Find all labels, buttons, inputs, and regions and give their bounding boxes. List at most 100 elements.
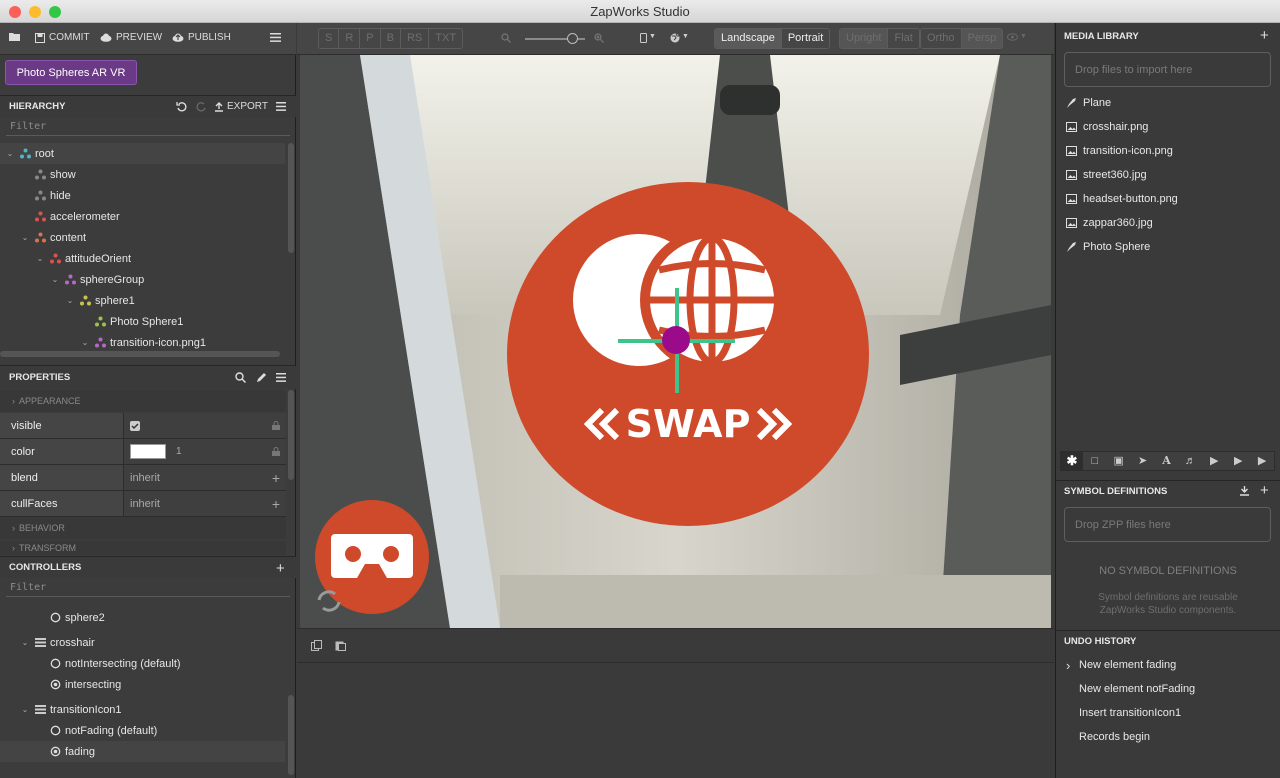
hierarchy-item[interactable]: Photo Sphere1 [0,311,285,332]
transform-button-r[interactable]: R [339,29,361,48]
controller-item[interactable]: intersecting [0,674,285,695]
world-dropdown[interactable]: ▼ [670,33,689,43]
controller-item[interactable]: notFading (default) [0,720,285,741]
filter-all-icon[interactable]: ✱ [1061,452,1083,470]
expand-arrow-icon[interactable]: ⌄ [20,638,30,647]
hierarchy-hscrollbar[interactable] [0,351,280,357]
zoom-slider-handle[interactable] [566,33,578,44]
undo-history-item[interactable]: Records begin [1079,731,1150,743]
behavior-section[interactable]: › BEHAVIOR [0,517,286,539]
controller-item[interactable]: notIntersecting (default) [0,653,285,674]
redo-icon[interactable] [196,101,207,112]
expand-arrow-icon[interactable]: ⌄ [5,149,15,158]
open-folder-button[interactable] [9,32,21,42]
transform-section[interactable]: › TRANSFORM [0,541,286,555]
expand-arrow-icon[interactable]: ⌄ [50,275,60,284]
persp-button[interactable]: Persp [961,29,1003,48]
hierarchy-item[interactable]: ⌄ transition-icon.png1 [0,332,285,353]
transform-button-b[interactable]: B [381,29,401,48]
controller-item[interactable]: ⌄ transitionIcon1 [0,699,285,720]
undo-icon[interactable] [176,101,187,112]
media-item[interactable]: transition-icon.png [1066,141,1173,161]
hierarchy-item[interactable]: ⌄ sphere1 [0,290,285,311]
media-item[interactable]: crosshair.png [1066,117,1148,137]
hierarchy-item[interactable]: accelerometer [0,206,285,227]
expand-arrow-icon[interactable]: ⌄ [20,705,30,714]
add-controller-button[interactable]: + [276,560,285,577]
media-item[interactable]: Photo Sphere [1066,237,1150,257]
media-item[interactable]: headset-button.png [1066,189,1178,209]
download-icon[interactable] [1239,485,1250,496]
media-item[interactable]: street360.jpg [1066,165,1147,185]
controller-item[interactable]: ⌄ crosshair [0,632,285,653]
filter-video-icon-2[interactable]: ▶ [1226,452,1250,470]
hierarchy-menu-icon[interactable] [276,102,286,111]
zoom-out-icon[interactable] [501,33,511,43]
copy-icon[interactable] [311,640,322,651]
add-icon[interactable]: + [272,496,280,512]
edit-icon[interactable] [256,372,267,383]
hierarchy-item[interactable]: ⌄ sphereGroup [0,269,285,290]
add-icon[interactable]: + [272,470,280,486]
filter-video-icon-3[interactable]: ▶ [1250,452,1274,470]
expand-arrow-icon[interactable]: ⌄ [65,296,75,305]
cullfaces-value[interactable]: inherit [130,498,160,510]
appearance-section[interactable]: › APPEARANCE [0,390,286,412]
publish-button[interactable]: PUBLISH [172,32,231,43]
hierarchy-item[interactable]: show [0,164,285,185]
upright-button[interactable]: Upright [840,29,889,48]
portrait-button[interactable]: Portrait [782,29,829,48]
media-drop-zone[interactable]: Drop files to import here [1064,52,1271,87]
symbol-drop-zone[interactable]: Drop ZPP files here [1064,507,1271,542]
commit-button[interactable]: COMMIT [35,32,90,43]
hierarchy-filter-input[interactable]: Filter [6,118,290,136]
menu-button[interactable] [270,33,281,42]
color-swatch[interactable] [130,444,166,459]
hierarchy-item[interactable]: hide [0,185,285,206]
properties-scrollbar[interactable] [288,390,294,480]
zoom-in-icon[interactable] [594,33,604,43]
filter-font-icon[interactable]: A [1155,452,1179,470]
export-button[interactable]: EXPORT [214,101,268,112]
undo-history-item[interactable]: Insert transitionIcon1 [1079,707,1181,719]
project-name-button[interactable]: Photo Spheres AR VR [5,60,137,85]
zoom-slider[interactable] [525,33,585,44]
undo-history-item[interactable]: New element fading [1079,659,1176,671]
paste-icon[interactable] [335,640,346,651]
landscape-button[interactable]: Landscape [715,29,782,48]
visible-checkbox[interactable] [130,420,140,431]
transform-button-p[interactable]: P [360,29,381,48]
expand-arrow-icon[interactable]: ⌄ [20,233,30,242]
headset-button[interactable] [313,498,431,616]
ortho-button[interactable]: Ortho [921,29,962,48]
media-item[interactable]: zappar360.jpg [1066,213,1153,233]
filter-rocket-icon[interactable]: ➤ [1131,452,1155,470]
properties-menu-icon[interactable] [276,373,286,382]
hierarchy-item[interactable]: ⌄ attitudeOrient [0,248,285,269]
controller-item[interactable]: sphere2 [0,607,285,628]
preview-button[interactable]: PREVIEW [100,32,162,43]
blend-value[interactable]: inherit [130,472,160,484]
hierarchy-scrollbar[interactable] [288,143,294,253]
controllers-filter-input[interactable]: Filter [6,579,290,597]
add-media-button[interactable]: + [1260,27,1269,44]
controller-item[interactable]: fading [0,741,285,762]
filter-video-icon[interactable]: ▶ [1202,452,1226,470]
filter-image-icon[interactable]: ▣ [1107,452,1131,470]
transform-button-rs[interactable]: RS [401,29,430,48]
scene-viewport[interactable]: SWAP [300,55,1051,628]
hierarchy-item[interactable]: ⌄ root [0,143,285,164]
controllers-scrollbar[interactable] [288,695,294,775]
filter-file-icon[interactable]: □ [1083,452,1107,470]
hierarchy-item[interactable]: ⌄ content [0,227,285,248]
device-dropdown[interactable]: ▼ [640,33,656,43]
expand-arrow-icon[interactable]: ⌄ [35,254,45,263]
flat-button[interactable]: Flat [888,29,918,48]
undo-history-item[interactable]: New element notFading [1079,683,1195,695]
transform-button-s[interactable]: S [319,29,340,48]
filter-audio-icon[interactable]: ♬ [1178,452,1202,470]
search-icon[interactable] [235,372,246,383]
add-symbol-button[interactable]: + [1260,482,1269,499]
visibility-dropdown[interactable]: ▼ [1007,33,1027,41]
transform-button-txt[interactable]: TXT [429,29,462,48]
